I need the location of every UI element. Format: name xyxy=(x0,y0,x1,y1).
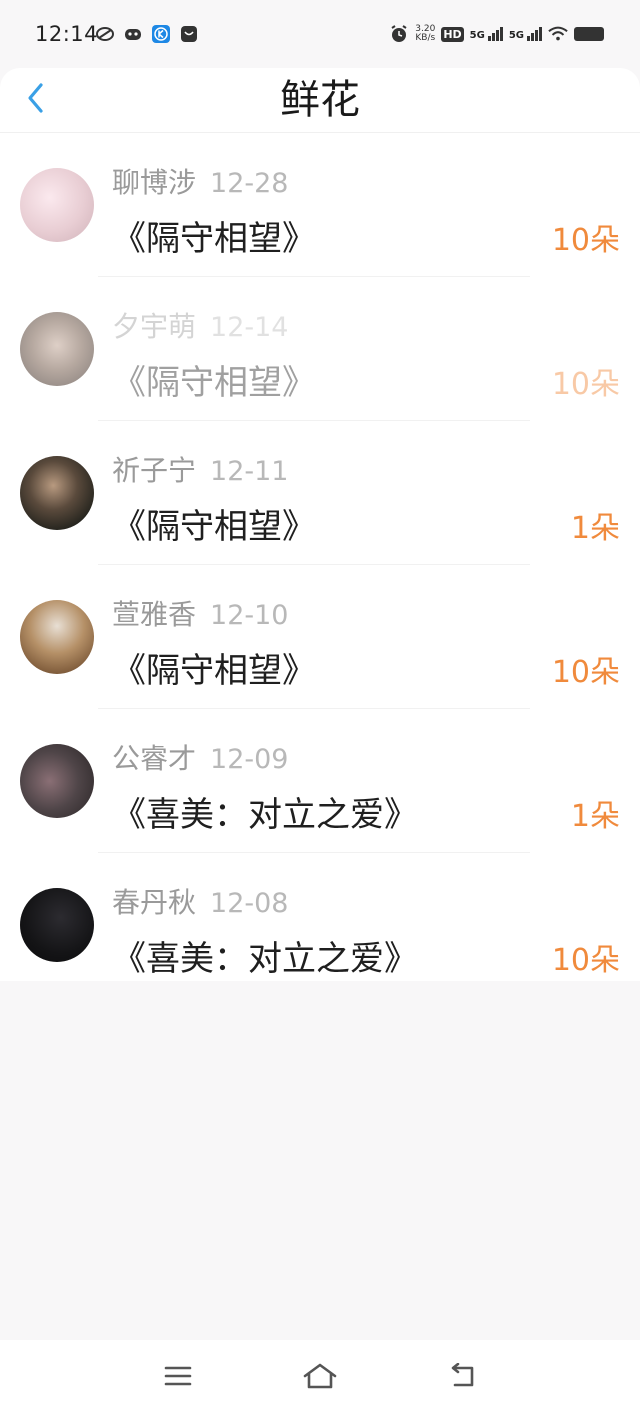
sender-name: 夕宇萌 xyxy=(112,310,197,343)
flower-count: 10朵 xyxy=(551,943,620,978)
list-item[interactable]: 公睿才 12-09 《喜美：对立之爱》 1朵 xyxy=(0,709,640,853)
book-title: 《隔守相望》 xyxy=(112,219,316,259)
avatar[interactable] xyxy=(20,600,94,674)
home-button[interactable] xyxy=(300,1358,340,1398)
list-item[interactable]: 聊博涉 12-28 《隔守相望》 10朵 xyxy=(0,133,640,277)
signal-bars-icon xyxy=(487,27,503,41)
sender-line: 萱雅香 12-10 xyxy=(112,593,288,633)
sender-line: 聊博涉 12-28 xyxy=(112,161,288,201)
avatar[interactable] xyxy=(20,456,94,530)
net-speed: 3.20 KB/s xyxy=(415,24,436,43)
book-title: 《喜美：对立之爱》 xyxy=(112,939,418,979)
flower-count: 1朵 xyxy=(570,799,620,834)
list-item[interactable]: 萱雅香 12-10 《隔守相望》 10朵 xyxy=(0,565,640,709)
flower-count: 10朵 xyxy=(551,655,620,690)
status-app-icons xyxy=(95,24,199,44)
avatar[interactable] xyxy=(20,168,94,242)
status-right-icons: 3.20 KB/s HD 5G 5G xyxy=(389,24,604,44)
flower-count: 1朵 xyxy=(570,511,620,546)
back-nav-button[interactable] xyxy=(443,1358,483,1398)
sync-icon xyxy=(95,24,115,44)
hd-badge: HD xyxy=(441,26,464,42)
book-title: 《隔守相望》 xyxy=(112,363,316,403)
menu-button[interactable] xyxy=(158,1358,198,1398)
sender-line: 夕宇萌 12-14 xyxy=(112,305,288,345)
list-item[interactable]: 春丹秋 12-08 《喜美：对立之爱》 10朵 xyxy=(0,853,640,981)
avatar[interactable] xyxy=(20,744,94,818)
flower-list: 聊博涉 12-28 《隔守相望》 10朵 夕宇萌 12-14 《隔守相望》 10朵 … xyxy=(0,132,640,981)
sent-date: 12-10 xyxy=(210,600,289,631)
sender-name: 祈子宁 xyxy=(112,454,197,487)
bag-app-icon xyxy=(179,24,199,44)
sent-date: 12-09 xyxy=(210,744,289,775)
sender-name: 聊博涉 xyxy=(112,166,197,199)
cat-app-icon xyxy=(123,24,143,44)
sender-name: 春丹秋 xyxy=(112,886,197,919)
alarm-icon xyxy=(389,24,409,44)
sent-date: 12-28 xyxy=(210,168,289,199)
sent-date: 12-14 xyxy=(210,312,289,343)
home-icon xyxy=(303,1362,337,1394)
status-time: 12:14 xyxy=(35,22,99,46)
avatar[interactable] xyxy=(20,888,94,962)
title-bar: 鲜花 xyxy=(0,68,640,132)
sender-line: 祈子宁 12-11 xyxy=(112,449,288,489)
book-title: 《隔守相望》 xyxy=(112,651,316,691)
avatar[interactable] xyxy=(20,312,94,386)
status-bar: 12:14 3.20 KB/s HD 5G 5G xyxy=(0,0,640,68)
list-item[interactable]: 祈子宁 12-11 《隔守相望》 1朵 xyxy=(0,421,640,565)
book-title: 《喜美：对立之爱》 xyxy=(112,795,418,835)
sender-line: 公睿才 12-09 xyxy=(112,737,288,777)
menu-icon xyxy=(164,1364,192,1392)
signal-bars-icon xyxy=(527,27,542,41)
sender-line: 春丹秋 12-08 xyxy=(112,881,288,921)
signal-2: 5G xyxy=(509,27,542,41)
flower-count: 10朵 xyxy=(551,223,620,258)
sent-date: 12-08 xyxy=(210,888,289,919)
wifi-icon xyxy=(548,24,568,44)
system-nav-bar xyxy=(0,1340,640,1415)
sender-name: 公睿才 xyxy=(112,742,197,775)
signal-1: 5G xyxy=(470,27,503,41)
k-app-icon xyxy=(151,24,171,44)
book-title: 《隔守相望》 xyxy=(112,507,316,547)
flower-count: 10朵 xyxy=(551,367,620,402)
back-icon xyxy=(448,1362,478,1393)
battery-icon xyxy=(574,27,604,41)
page-title: 鲜花 xyxy=(280,77,360,123)
sender-name: 萱雅香 xyxy=(112,598,197,631)
sent-date: 12-11 xyxy=(210,456,289,487)
list-item[interactable]: 夕宇萌 12-14 《隔守相望》 10朵 xyxy=(0,277,640,421)
